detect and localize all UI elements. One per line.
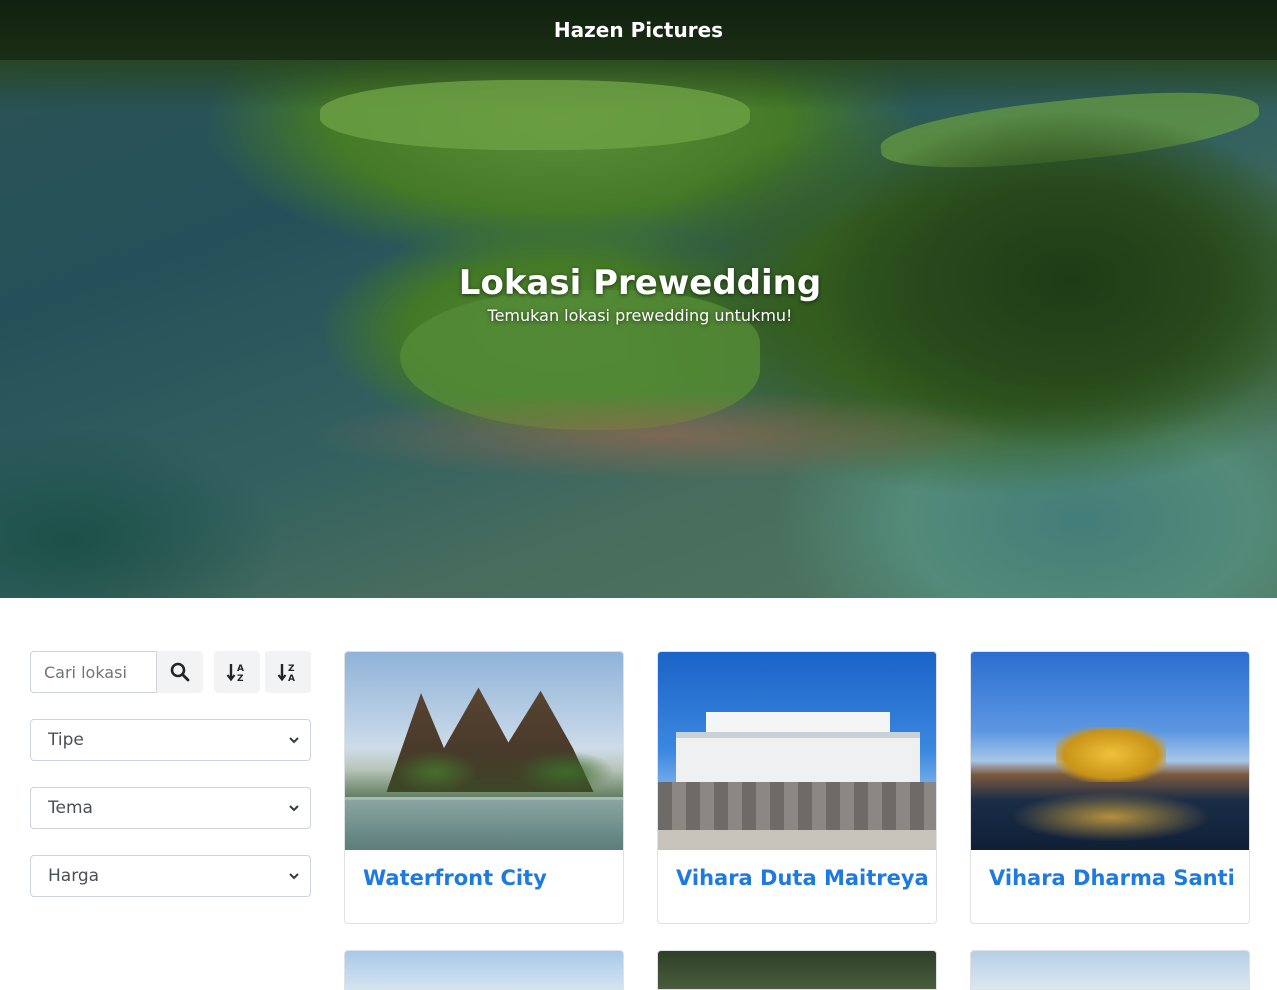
- card-image-vihara-dharma-santi[interactable]: [971, 652, 1249, 850]
- hero-text: Lokasi Prewedding Temukan lokasi prewedd…: [0, 262, 1277, 325]
- location-card-partial[interactable]: [970, 950, 1250, 990]
- select-tema[interactable]: Tema: [30, 787, 311, 829]
- sort-alpha-down-icon: A Z: [226, 664, 244, 682]
- card-title[interactable]: Waterfront City: [363, 866, 547, 890]
- select-tipe[interactable]: Tipe: [30, 719, 311, 761]
- sort-asc-button[interactable]: A Z: [214, 651, 260, 693]
- hero-banner: Hazen Pictures Lokasi Prewedding Temukan…: [0, 0, 1277, 598]
- location-card[interactable]: Vihara Dharma Santi: [970, 651, 1250, 924]
- card-title[interactable]: Vihara Dharma Santi: [989, 866, 1235, 890]
- card-image-vihara-maitreya[interactable]: [658, 652, 936, 850]
- svg-text:A: A: [288, 674, 295, 682]
- select-tema-label: Tema: [48, 798, 93, 818]
- search-placeholder: Cari lokasi: [44, 662, 127, 682]
- location-card[interactable]: Waterfront City: [344, 651, 624, 924]
- sort-alpha-up-icon: Z A: [277, 664, 295, 682]
- svg-text:A: A: [237, 664, 244, 674]
- chevron-down-icon: [289, 873, 299, 880]
- chevron-down-icon: [289, 737, 299, 744]
- search-button[interactable]: [157, 651, 203, 693]
- search-icon: [170, 662, 190, 682]
- location-card-partial[interactable]: [657, 950, 937, 990]
- filter-sidebar: Cari lokasi A Z Z A Tipe Tema Harga: [30, 651, 311, 897]
- select-harga[interactable]: Harga: [30, 855, 311, 897]
- select-tipe-label: Tipe: [48, 730, 84, 750]
- hero-title: Lokasi Prewedding: [458, 263, 822, 303]
- navbar: Hazen Pictures: [0, 0, 1277, 60]
- chevron-down-icon: [289, 805, 299, 812]
- search-row: Cari lokasi A Z Z A: [30, 651, 311, 693]
- hero-subtitle: Temukan lokasi prewedding untukmu!: [487, 306, 793, 325]
- select-harga-label: Harga: [48, 866, 100, 886]
- svg-text:Z: Z: [237, 674, 244, 682]
- search-input[interactable]: Cari lokasi: [30, 651, 157, 693]
- location-card-partial[interactable]: [344, 950, 624, 990]
- card-image-waterfront[interactable]: [345, 652, 623, 850]
- brand-logo[interactable]: Hazen Pictures: [554, 18, 723, 42]
- location-card[interactable]: Vihara Duta Maitreya: [657, 651, 937, 924]
- card-title[interactable]: Vihara Duta Maitreya: [676, 866, 929, 890]
- svg-text:Z: Z: [288, 664, 295, 674]
- sort-desc-button[interactable]: Z A: [265, 651, 311, 693]
